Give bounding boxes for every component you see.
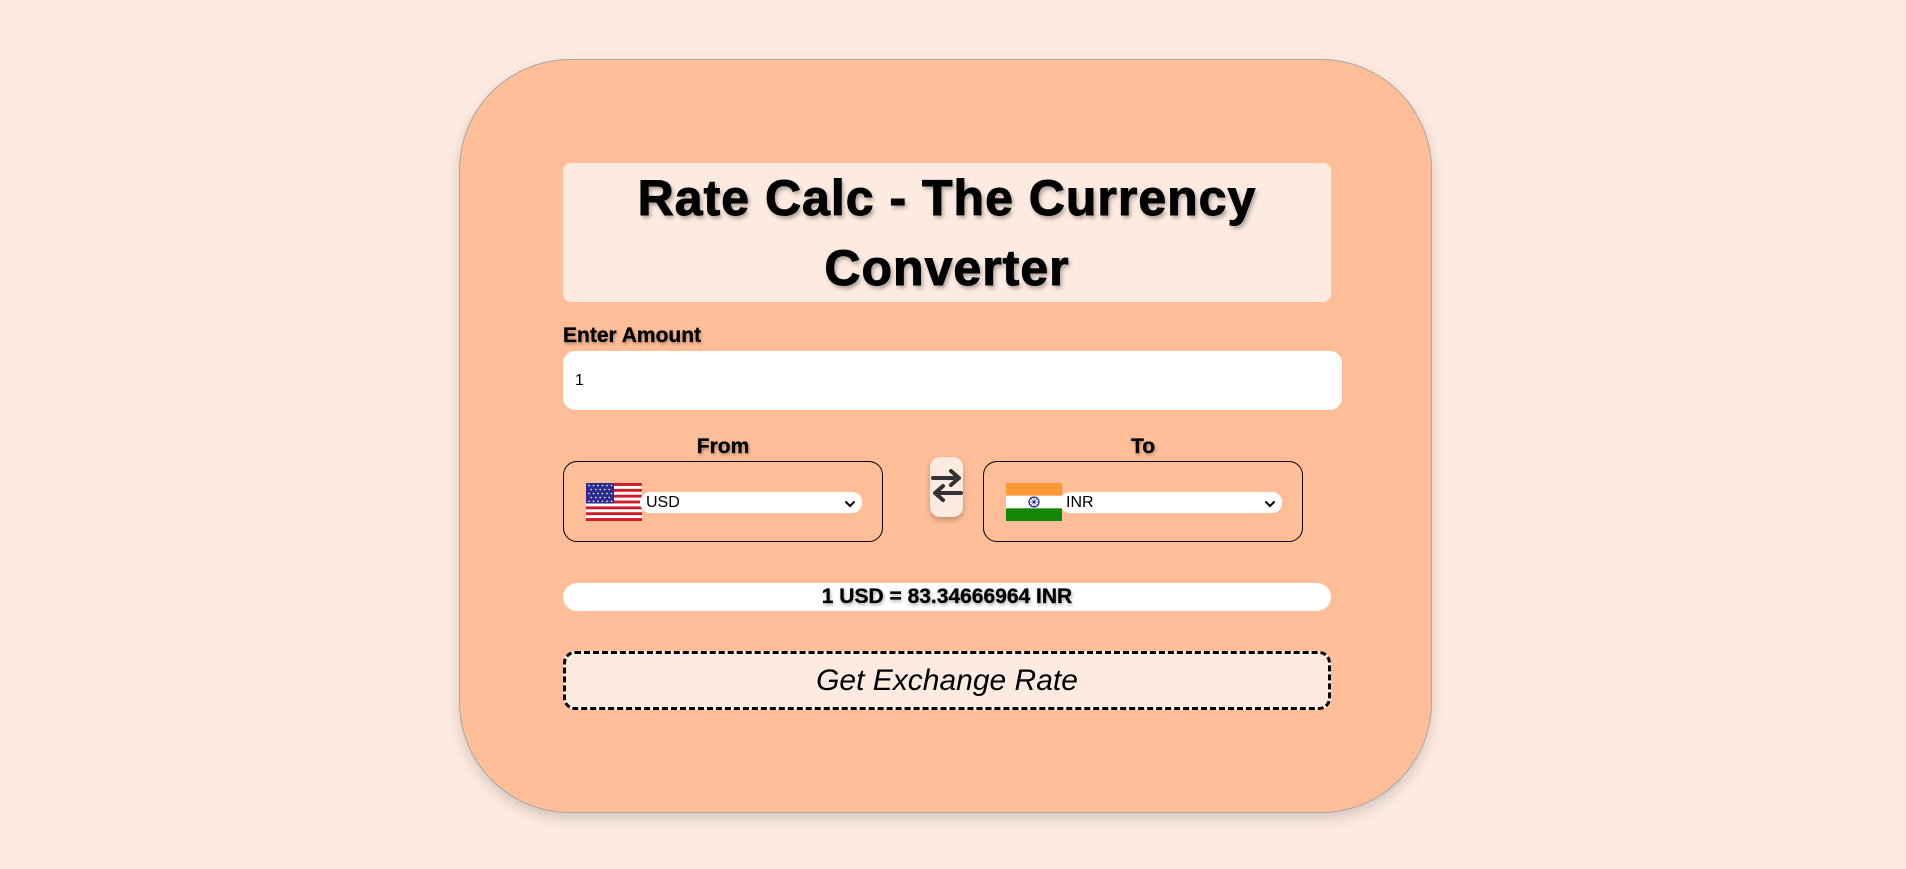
amount-input[interactable] xyxy=(563,351,1342,410)
from-currency-value: USD xyxy=(646,493,680,511)
title-box: Rate Calc - The Currency Converter xyxy=(563,163,1331,302)
to-currency-box: INR xyxy=(983,461,1303,542)
amount-label: Enter Amount xyxy=(563,324,702,347)
india-flag-icon xyxy=(1006,483,1062,521)
chevron-down-icon xyxy=(1264,497,1276,509)
swap-arrows-icon xyxy=(930,465,963,510)
converter-card: Rate Calc - The Currency Converter Enter… xyxy=(460,60,1431,812)
to-label: To xyxy=(1130,435,1156,458)
us-flag-icon xyxy=(586,483,642,521)
get-exchange-rate-button[interactable]: Get Exchange Rate xyxy=(563,651,1331,710)
from-currency-box: USD xyxy=(563,461,883,542)
swap-currencies-button[interactable] xyxy=(930,457,963,517)
exchange-result: 1 USD = 83.34666964 INR xyxy=(563,583,1331,611)
chevron-down-icon xyxy=(844,497,856,509)
to-currency-value: INR xyxy=(1066,493,1094,511)
from-currency-select[interactable]: USD xyxy=(640,492,862,513)
page-title: Rate Calc - The Currency Converter xyxy=(637,169,1257,296)
from-label: From xyxy=(696,435,750,458)
to-currency-select[interactable]: INR xyxy=(1060,492,1282,513)
